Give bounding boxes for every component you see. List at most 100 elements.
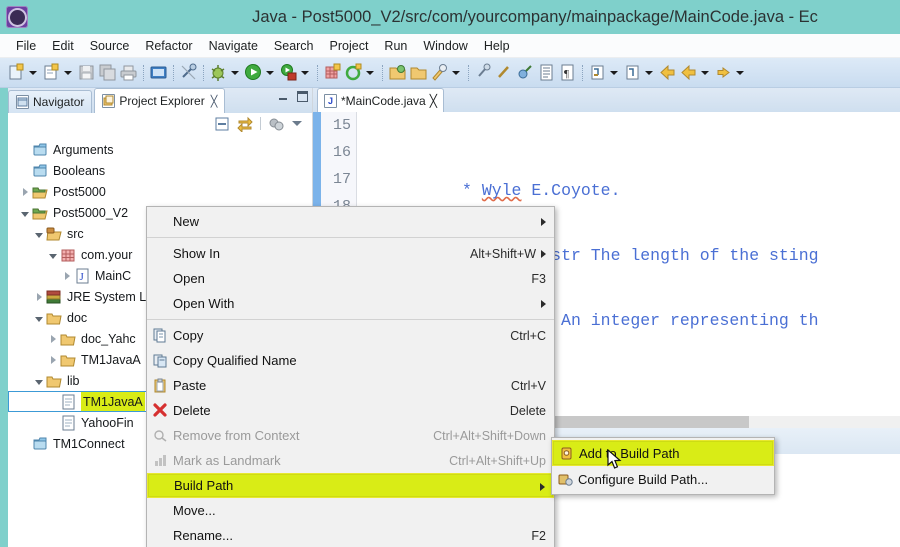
forward-dropdown-icon[interactable] bbox=[734, 64, 745, 82]
chevron-open-icon[interactable] bbox=[32, 370, 46, 391]
new-java-package-icon[interactable] bbox=[323, 63, 342, 82]
run-external-tools-icon[interactable] bbox=[279, 63, 298, 82]
menu-refactor[interactable]: Refactor bbox=[137, 37, 200, 55]
debug-dropdown-icon[interactable] bbox=[229, 64, 240, 82]
context-menu-item-new[interactable]: New bbox=[147, 209, 554, 234]
forward-icon[interactable] bbox=[714, 63, 733, 82]
save-all-icon[interactable] bbox=[98, 63, 117, 82]
context-menu-item-delete[interactable]: Delete Delete bbox=[147, 398, 554, 423]
context-menu-item-label: Build Path bbox=[174, 478, 234, 493]
context-menu-item-copy-qualified-name[interactable]: Copy Qualified Name bbox=[147, 348, 554, 373]
menu-run[interactable]: Run bbox=[376, 37, 415, 55]
run-external-dropdown-icon[interactable] bbox=[299, 64, 310, 82]
new-wizard-dropdown-icon[interactable] bbox=[27, 64, 38, 82]
close-icon[interactable]: ╳ bbox=[430, 94, 437, 108]
open-task-icon[interactable] bbox=[388, 63, 407, 82]
collapse-all-icon[interactable] bbox=[214, 116, 230, 132]
context-menu-item-label: Mark as Landmark bbox=[173, 453, 281, 468]
tab-navigator[interactable]: Navigator bbox=[8, 90, 93, 113]
skip-breakpoints-icon[interactable] bbox=[516, 63, 535, 82]
menu-window[interactable]: Window bbox=[415, 37, 475, 55]
chevron-closed-icon[interactable] bbox=[32, 286, 46, 307]
debug-icon[interactable] bbox=[209, 63, 228, 82]
new-java-project-dropdown-icon[interactable] bbox=[62, 64, 73, 82]
context-menu-item-rename[interactable]: Rename... F2 bbox=[147, 523, 554, 547]
title-bar: Java - Post5000_V2/src/com/yourcompany/m… bbox=[0, 0, 900, 34]
menu-separator bbox=[147, 237, 554, 238]
run-dropdown-icon[interactable] bbox=[264, 64, 275, 82]
minimize-icon[interactable] bbox=[278, 91, 289, 102]
context-menu-item-show-in[interactable]: Show In Alt+Shift+W bbox=[147, 241, 554, 266]
code-line: * Wyle E.Coyote. bbox=[359, 150, 900, 200]
pilcrow-icon[interactable]: ¶ bbox=[558, 63, 577, 82]
show-whitespace-icon[interactable] bbox=[537, 63, 556, 82]
previous-annotation-dropdown-icon[interactable] bbox=[643, 64, 654, 82]
link-with-editor-icon[interactable] bbox=[237, 116, 253, 133]
new-wizard-icon[interactable] bbox=[7, 63, 26, 82]
menu-navigate[interactable]: Navigate bbox=[201, 37, 266, 55]
pin-editor-icon[interactable] bbox=[474, 63, 493, 82]
eclipse-window: Java - Post5000_V2/src/com/yourcompany/m… bbox=[0, 0, 900, 547]
menu-edit[interactable]: Edit bbox=[44, 37, 82, 55]
jar-file-icon bbox=[60, 415, 77, 431]
context-menu-item-open-with[interactable]: Open With bbox=[147, 291, 554, 316]
tab-maincode-java[interactable]: J *MainCode.java ╳ bbox=[317, 88, 444, 112]
back-icon[interactable] bbox=[658, 63, 677, 82]
tree-item-label: JRE System L bbox=[67, 289, 147, 304]
close-icon[interactable]: ╳ bbox=[211, 95, 218, 108]
context-menu-item-copy[interactable]: Copy Ctrl+C bbox=[147, 323, 554, 348]
focus-on-active-task-icon[interactable] bbox=[268, 116, 284, 132]
context-menu-item-open[interactable]: Open F3 bbox=[147, 266, 554, 291]
previous-annotation-icon[interactable] bbox=[623, 63, 642, 82]
context-menu-item-move[interactable]: Move... bbox=[147, 498, 554, 523]
context-menu-item-build-path[interactable]: Build Path bbox=[147, 473, 554, 498]
back-dropdown-icon[interactable] bbox=[699, 64, 710, 82]
chevron-open-icon[interactable] bbox=[18, 202, 32, 223]
chevron-open-icon[interactable] bbox=[46, 244, 60, 265]
context-menu-item-accelerator: Delete bbox=[509, 403, 546, 418]
tree-item-post5000[interactable]: Post5000 bbox=[8, 181, 312, 202]
open-resource-icon[interactable] bbox=[409, 63, 428, 82]
context-menu-item-label: Copy Qualified Name bbox=[173, 353, 297, 368]
tree-item-arguments[interactable]: Arguments bbox=[8, 139, 312, 160]
search-icon[interactable] bbox=[430, 63, 449, 82]
new-java-project-icon[interactable] bbox=[42, 63, 61, 82]
menu-search[interactable]: Search bbox=[266, 37, 322, 55]
menu-project[interactable]: Project bbox=[322, 37, 377, 55]
submenu-arrow-icon bbox=[541, 218, 546, 226]
working-set-icon bbox=[32, 163, 49, 179]
menu-help[interactable]: Help bbox=[476, 37, 518, 55]
search-dropdown-icon[interactable] bbox=[450, 64, 461, 82]
submenu-item-configure-build-path[interactable]: Configure Build Path... bbox=[552, 466, 774, 492]
save-icon[interactable] bbox=[77, 63, 96, 82]
tree-item-booleans[interactable]: Booleans bbox=[8, 160, 312, 181]
tab-project-explorer[interactable]: Project Explorer ╳ bbox=[94, 88, 226, 113]
copy-qualified-icon bbox=[147, 353, 173, 368]
print-icon[interactable] bbox=[119, 63, 138, 82]
menu-file[interactable]: File bbox=[8, 37, 44, 55]
new-console-icon[interactable] bbox=[149, 63, 168, 82]
chevron-open-icon[interactable] bbox=[32, 307, 46, 328]
context-menu-item-accelerator: F2 bbox=[531, 528, 546, 543]
submenu-arrow-icon bbox=[540, 483, 545, 491]
maximize-icon[interactable] bbox=[297, 91, 308, 102]
menu-source[interactable]: Source bbox=[82, 37, 138, 55]
chevron-closed-icon[interactable] bbox=[46, 349, 60, 370]
open-type-icon[interactable] bbox=[344, 63, 363, 82]
run-icon[interactable] bbox=[244, 63, 263, 82]
toggle-breakpoint-icon[interactable] bbox=[495, 63, 514, 82]
toggle-mark-occurrences-icon[interactable] bbox=[179, 63, 198, 82]
next-annotation-icon[interactable] bbox=[588, 63, 607, 82]
view-menu-icon[interactable] bbox=[291, 117, 304, 130]
submenu-item-add-to-build-path[interactable]: Add to Build Path bbox=[552, 440, 774, 466]
chevron-open-icon[interactable] bbox=[32, 223, 46, 244]
chevron-closed-icon[interactable] bbox=[60, 265, 74, 286]
next-annotation-dropdown-icon[interactable] bbox=[608, 64, 619, 82]
context-menu-item-paste[interactable]: Paste Ctrl+V bbox=[147, 373, 554, 398]
open-type-dropdown-icon[interactable] bbox=[364, 64, 375, 82]
back-history-icon[interactable] bbox=[679, 63, 698, 82]
chevron-closed-icon[interactable] bbox=[18, 181, 32, 202]
chevron-closed-icon[interactable] bbox=[46, 328, 60, 349]
tree-item-label: Post5000 bbox=[53, 184, 106, 199]
